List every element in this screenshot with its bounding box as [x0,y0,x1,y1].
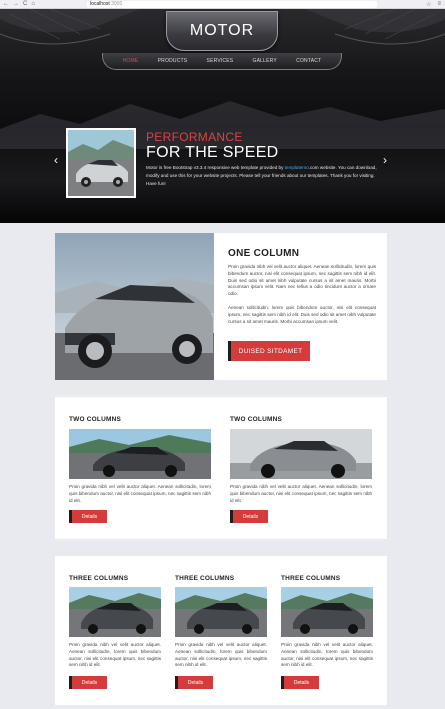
nav-home[interactable]: HOME [123,58,139,64]
browser-nav: ← → C ⌂ [3,0,43,8]
one-column-paragraph-2: Aenean sollicitudin, lorem quis bibendum… [228,305,376,324]
three-columns-car-image-1 [69,587,161,637]
url-text: localhost:3000 [90,1,123,7]
one-column-section: ONE COLUMN Proin gravida nibh vel velit … [55,233,387,380]
details-button-3[interactable]: Details [69,676,107,689]
browser-tools: ☆ ≡ [426,1,441,8]
two-columns-title-2: TWO COLUMNS [230,416,283,423]
one-column-paragraph-1: Proin gravida nibh vel velit auctor aliq… [228,264,376,297]
address-bar[interactable]: localhost:3000 [87,0,377,8]
nav-gallery[interactable]: GALLERY [253,58,277,64]
details-button-4[interactable]: Details [175,676,213,689]
three-columns-title-2: THREE COLUMNS [175,575,235,582]
one-column-car-image [55,233,214,380]
three-columns-car-image-3 [281,587,373,637]
main-nav: HOME PRODUCTS SERVICES GALLERY CONTACT [102,53,342,70]
two-columns-text-1: Proin gravida nibh vel velit auctor aliq… [69,484,211,503]
three-columns-text-1: Proin gravida nibh vel velit auctor aliq… [69,642,161,668]
duised-sitdamet-button[interactable]: DUISED SITDAMET [228,341,310,361]
three-columns-text-3: Proin gravida nibh vel velit auctor aliq… [281,642,373,668]
reload-icon[interactable]: C [23,0,27,8]
hero-header: MOTOR HOME PRODUCTS SERVICES GALLERY CON… [0,9,445,223]
slide-description: Motor is free Bootstrap v3.3.4 responsiv… [146,165,377,186]
three-columns-car-image-2 [175,587,267,637]
details-button-2[interactable]: Details [230,510,268,523]
menu-icon[interactable]: ≡ [437,1,441,8]
logo[interactable]: MOTOR [166,11,278,51]
two-columns-text-2: Proin gravida nibh vel velit auctor aliq… [230,484,372,503]
slide-title-line1: PERFORMANCE [146,130,243,144]
slide-title-line2: FOR THE SPEED [146,144,279,161]
nav-contact[interactable]: CONTACT [296,58,321,64]
three-columns-title-3: THREE COLUMNS [281,575,341,582]
two-columns-section: TWO COLUMNS Proin gravida nibh vel velit… [55,397,387,539]
details-button-5[interactable]: Details [281,676,319,689]
forward-icon[interactable]: → [13,0,19,8]
three-columns-title-1: THREE COLUMNS [69,575,129,582]
one-column-title: ONE COLUMN [228,248,300,259]
two-columns-title-1: TWO COLUMNS [69,416,122,423]
templatemo-link[interactable]: templatemo [285,165,309,170]
three-columns-text-2: Proin gravida nibh vel velit auctor aliq… [175,642,267,668]
two-columns-car-image-1 [69,429,211,479]
three-columns-section: THREE COLUMNS Proin gravida nibh vel vel… [55,556,387,705]
browser-toolbar: ← → C ⌂ localhost:3000 ☆ ≡ [0,0,445,9]
slider-prev-icon[interactable]: ‹ [54,154,58,166]
two-columns-car-image-2 [230,429,372,479]
slide-car-image [66,128,136,198]
nav-services[interactable]: SERVICES [207,58,234,64]
slider-next-icon[interactable]: › [383,154,387,166]
details-button-1[interactable]: Details [69,510,107,523]
bookmark-icon[interactable]: ☆ [426,1,431,8]
nav-products[interactable]: PRODUCTS [158,58,188,64]
back-icon[interactable]: ← [3,0,9,8]
home-icon[interactable]: ⌂ [31,0,35,8]
